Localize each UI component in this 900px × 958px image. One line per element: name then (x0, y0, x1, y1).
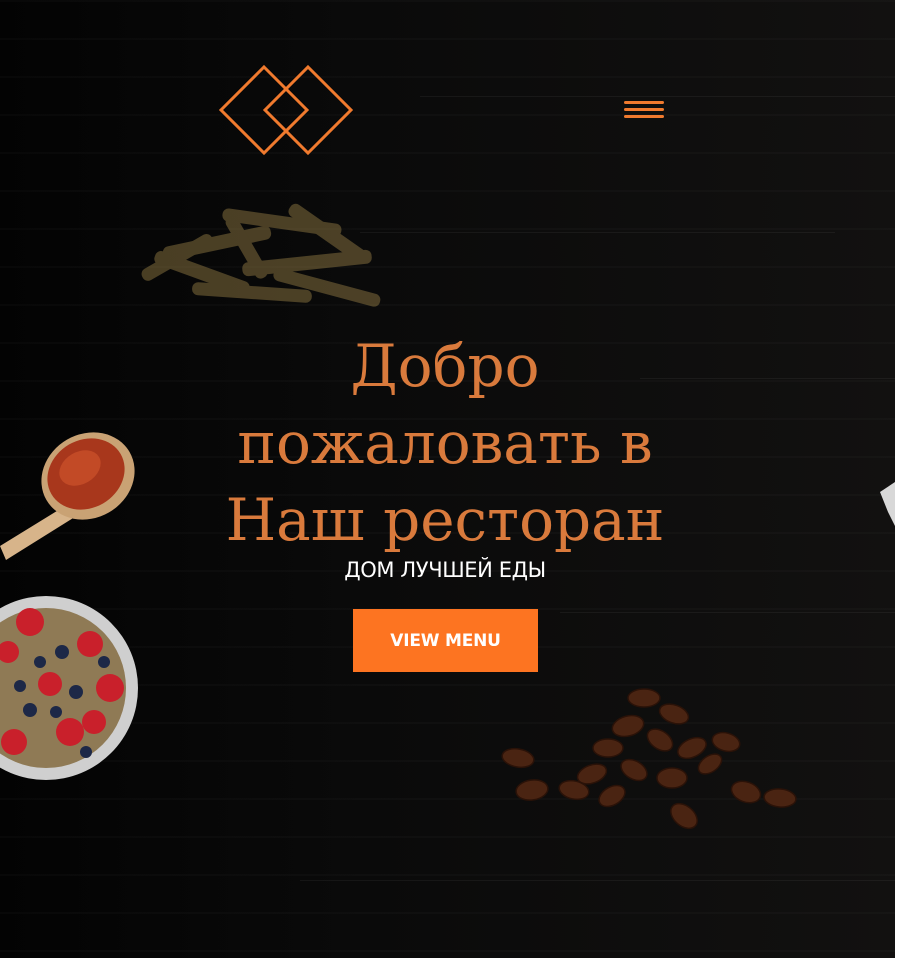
berry-bowl-image (0, 596, 138, 780)
hero-title-line: Наш ресторан (225, 486, 665, 554)
menu-toggle-button[interactable] (620, 92, 668, 128)
plate-edge-image (880, 482, 895, 526)
view-menu-button[interactable]: VIEW MENU (353, 609, 538, 672)
hero-subtitle: ДОМ ЛУЧШЕЙ ЕДЫ (344, 558, 546, 582)
interlocking-diamonds-logo-icon (218, 64, 354, 156)
logo[interactable] (218, 64, 354, 156)
hero-section: Добро пожаловать в Наш ресторан ДОМ ЛУЧШ… (0, 0, 895, 958)
spice-spoon-image (0, 432, 135, 560)
coffee-beans-image (501, 688, 797, 830)
wood-grain (640, 378, 895, 379)
wood-grain (560, 612, 895, 613)
wood-grain (300, 880, 895, 881)
hero-title: Добро пожаловать в Наш ресторан (222, 328, 668, 559)
hamburger-icon (624, 101, 664, 118)
french-fries-image (141, 203, 381, 307)
wood-grain (360, 232, 835, 233)
hero-title-line: Добро (350, 332, 540, 400)
hero-title-line: пожаловать в (237, 409, 653, 477)
